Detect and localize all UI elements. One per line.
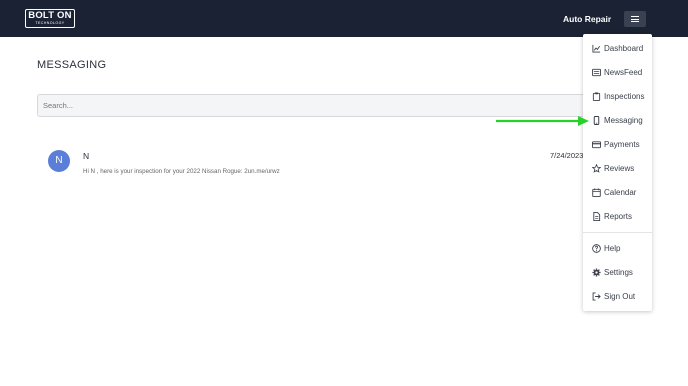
message-date: 7/24/2023 [550,151,584,160]
menu-item-label: Settings [604,268,633,277]
menu-item-newsfeed[interactable]: NewsFeed [583,63,652,83]
logo-sub-text: TECHNOLOGY [35,21,65,25]
menu-item-payments[interactable]: Payments [583,135,652,155]
credit-card-icon [592,141,601,149]
green-arrow-annotation [496,116,589,126]
menu-item-reviews[interactable]: Reviews [583,159,652,179]
clipboard-icon [592,92,601,101]
top-navbar: BOLT ON TECHNOLOGY Auto Repair [0,0,688,37]
menu-item-label: Reviews [604,164,635,173]
avatar: N [48,150,70,172]
mobile-phone-icon [593,116,600,125]
menu-item-label: Payments [604,140,640,149]
question-circle-icon [592,244,601,253]
menu-item-label: Reports [604,212,633,221]
menu-item-sign-out[interactable]: Sign Out [583,287,652,307]
star-icon [592,164,601,173]
menu-item-label: Help [604,244,621,253]
message-preview: Hi N , here is your inspection for your … [83,168,280,175]
sign-out-icon [592,292,601,301]
gear-icon [592,268,601,277]
menu-item-label: Inspections [604,92,645,101]
file-report-icon [593,212,601,221]
menu-item-messaging[interactable]: Messaging [583,111,652,131]
menu-item-label: Calendar [604,188,637,197]
menu-divider [583,232,652,233]
menu-item-calendar[interactable]: Calendar [583,183,652,203]
menu-item-label: Sign Out [604,292,636,301]
shop-name: Auto Repair [563,14,612,24]
page-title: MESSAGING [37,59,107,71]
menu-item-label: Dashboard [604,44,644,53]
menu-item-dashboard[interactable]: Dashboard [583,39,652,59]
logo-main-text: BOLT ON [28,10,72,21]
message-sender-name: N [83,151,90,161]
menu-item-inspections[interactable]: Inspections [583,87,652,107]
menu-item-label: Messaging [604,116,643,125]
menu-item-help[interactable]: Help [583,239,652,259]
menu-item-label: NewsFeed [604,68,643,77]
newspaper-icon [592,68,601,77]
bolt-on-logo[interactable]: BOLT ON TECHNOLOGY [25,9,75,28]
calendar-icon [592,188,601,197]
message-list-item[interactable]: N N 7/24/2023 Hi N , here is your inspec… [37,145,597,185]
navigation-dropdown-menu: Dashboard NewsFeed Inspections Messaging… [583,34,652,311]
menu-item-settings[interactable]: Settings [583,263,652,283]
chart-line-icon [592,44,601,53]
hamburger-menu-button[interactable] [624,11,646,27]
menu-item-reports[interactable]: Reports [583,207,652,227]
